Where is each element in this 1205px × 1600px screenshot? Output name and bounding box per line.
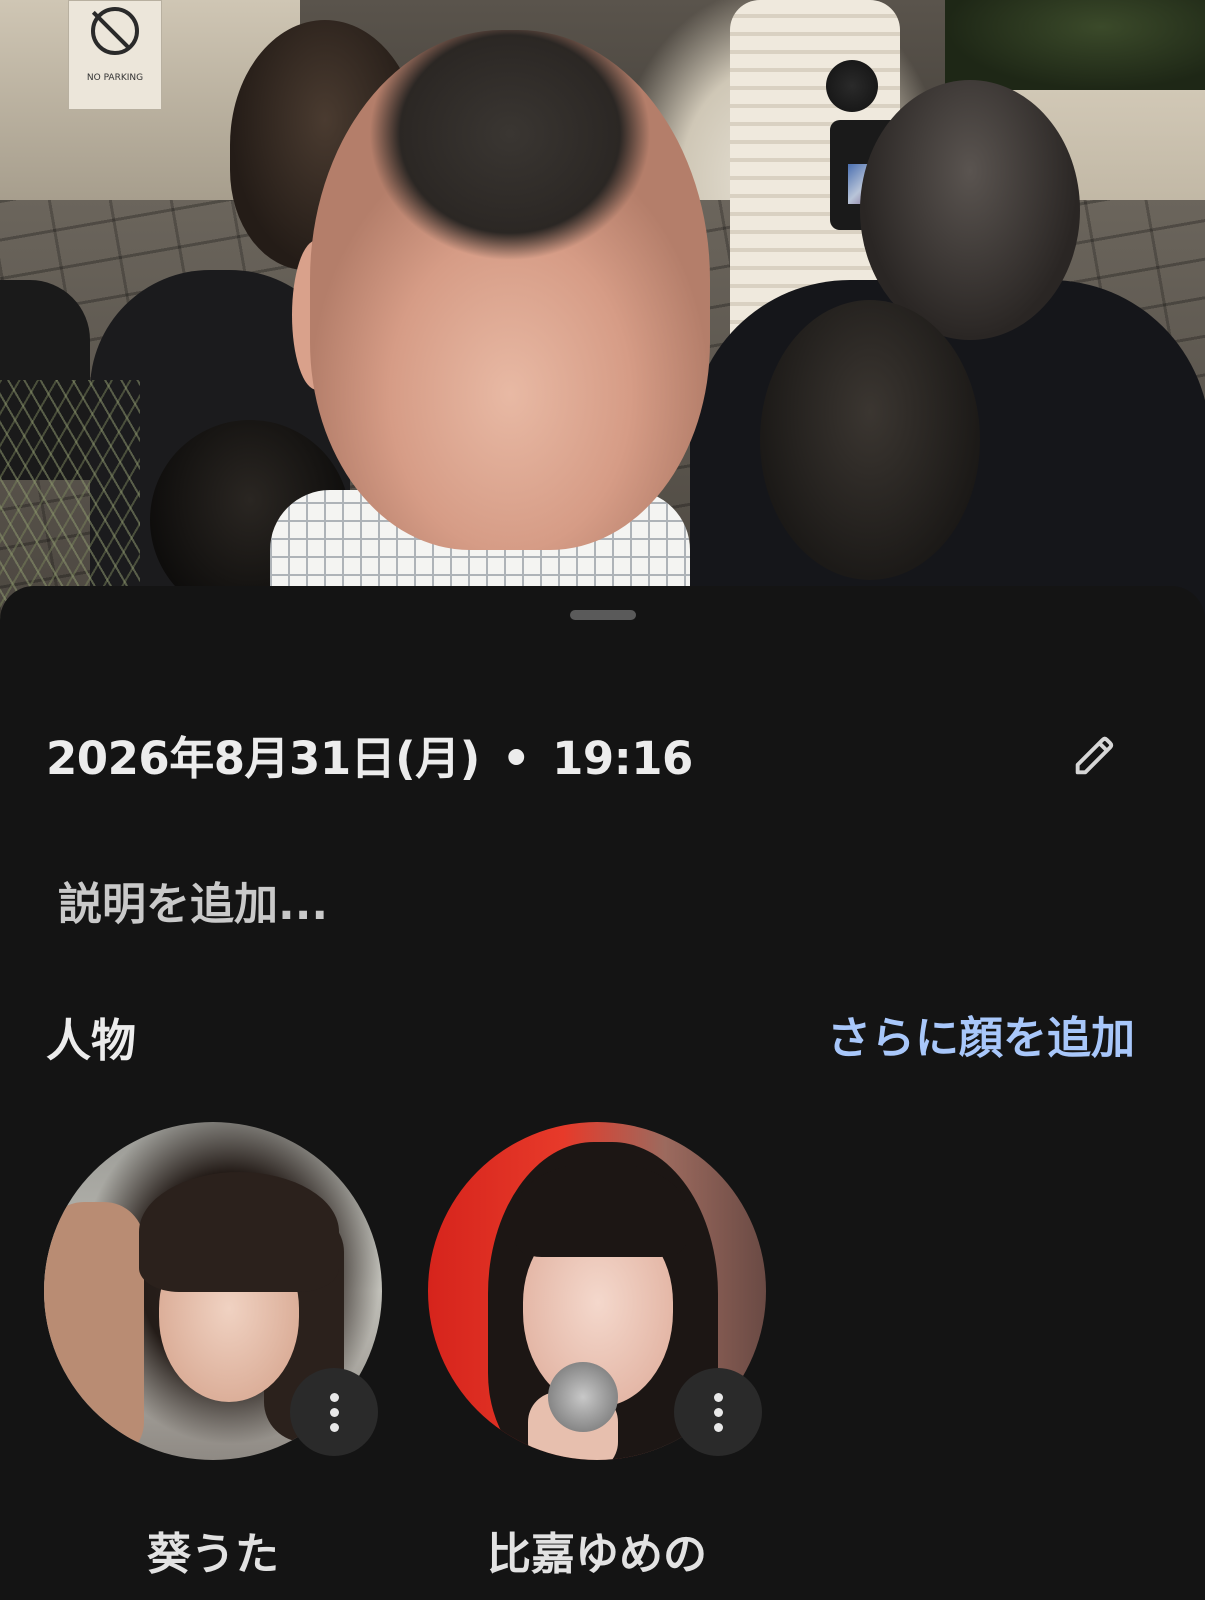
sign-text: NO PARKING: [86, 73, 144, 83]
photo-time: 19:16: [552, 732, 693, 785]
pencil-icon: [1075, 736, 1114, 775]
avatar-hand: [44, 1202, 144, 1460]
photo-viewer-screen: NO PARKING 2026年8月31日(月) • 19:16 説明を追加...: [0, 0, 1205, 1600]
people-section-title: 人物: [46, 1014, 137, 1067]
photo-person-right-front-hair: [760, 300, 980, 580]
microphone-icon: [548, 1362, 618, 1432]
photo-date: 2026年8月31日(月): [46, 732, 480, 785]
more-vert-icon: [713, 1392, 723, 1402]
avatar-bangs: [516, 1162, 686, 1257]
photo-datetime: 2026年8月31日(月) • 19:16: [46, 722, 693, 787]
more-vert-icon-dot: [713, 1422, 723, 1432]
add-description-field[interactable]: 説明を追加...: [58, 868, 328, 932]
person-name[interactable]: 比嘉ゆめの: [428, 1518, 766, 1582]
avatar-bangs: [139, 1172, 339, 1292]
photo-plant: [0, 380, 140, 620]
photo-tree: [945, 0, 1205, 90]
person-more-options-button[interactable]: [674, 1368, 762, 1456]
sheet-drag-handle[interactable]: [570, 610, 636, 620]
photo-person-center-head: [310, 30, 710, 550]
photo-preview[interactable]: NO PARKING: [0, 0, 1205, 620]
person-card[interactable]: 葵うた: [44, 1122, 384, 1592]
more-vert-icon: [329, 1392, 339, 1402]
add-more-faces-button[interactable]: さらに顔を追加: [827, 1002, 1135, 1066]
person-name[interactable]: 葵うた: [44, 1518, 382, 1582]
more-vert-icon-dot: [713, 1407, 723, 1417]
person-card[interactable]: 比嘉ゆめの: [428, 1122, 768, 1592]
info-bottom-sheet[interactable]: 2026年8月31日(月) • 19:16 説明を追加... 人物 さらに顔を追加 …: [0, 586, 1205, 1600]
photo-camera-mic: [826, 60, 878, 112]
more-vert-icon-dot: [329, 1422, 339, 1432]
photo-no-parking-sign: NO PARKING: [68, 0, 162, 110]
edit-datetime-button[interactable]: [1060, 720, 1130, 790]
photo-person-right-head: [860, 80, 1080, 340]
datetime-separator: •: [501, 732, 531, 785]
person-more-options-button[interactable]: [290, 1368, 378, 1456]
more-vert-icon-dot: [329, 1407, 339, 1417]
